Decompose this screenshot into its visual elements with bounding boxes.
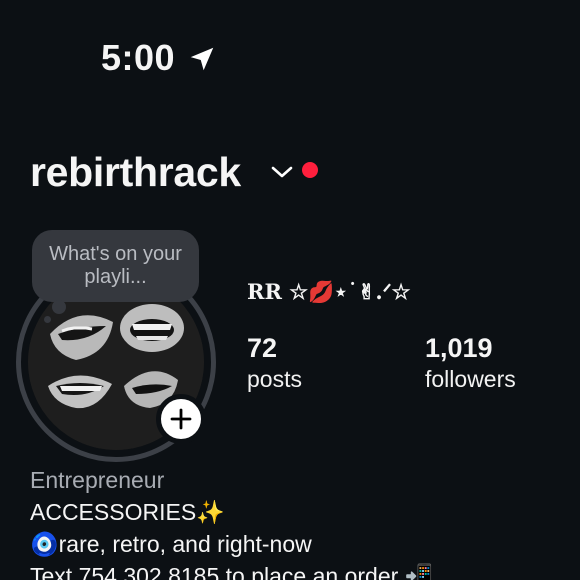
location-arrow-icon <box>190 47 214 71</box>
bio-line-contact[interactable]: Text 754.302.8185 to place an order 📲 <box>30 560 580 580</box>
note-bubble-tail <box>52 300 66 314</box>
stat-posts[interactable]: 72 posts <box>247 332 302 394</box>
profile-username[interactable]: rebirthrack <box>30 148 241 196</box>
chevron-down-icon[interactable] <box>270 164 294 180</box>
posts-label: posts <box>247 366 302 392</box>
note-text: What's on your playli... <box>49 243 182 288</box>
status-time: 5:00 <box>101 37 176 78</box>
profile-bio: Entrepreneur ACCESSORIES✨ 🧿rare, retro, … <box>30 464 580 580</box>
stat-followers[interactable]: 1,019 followers <box>425 332 516 394</box>
display-name: RR ☆💋⋆˙✌︎.ᐟ☆ <box>247 279 411 304</box>
followers-count: 1,019 <box>425 333 493 363</box>
followers-label: followers <box>425 366 516 392</box>
posts-count: 72 <box>247 333 278 363</box>
plus-icon <box>170 408 192 430</box>
lips-illustration-2 <box>120 304 184 352</box>
notification-dot <box>302 162 318 178</box>
profile-screen: 5:00 rebirthrack What's on your playli..… <box>0 0 580 580</box>
note-bubble[interactable]: What's on your playli... <box>32 230 199 302</box>
bio-category: Entrepreneur <box>30 467 165 493</box>
note-bubble-tail-small <box>44 316 51 323</box>
bio-line-accessories: ACCESSORIES✨ <box>30 499 225 525</box>
bio-line-tagline: 🧿rare, retro, and right-now <box>30 531 312 557</box>
add-story-button[interactable] <box>156 394 206 444</box>
